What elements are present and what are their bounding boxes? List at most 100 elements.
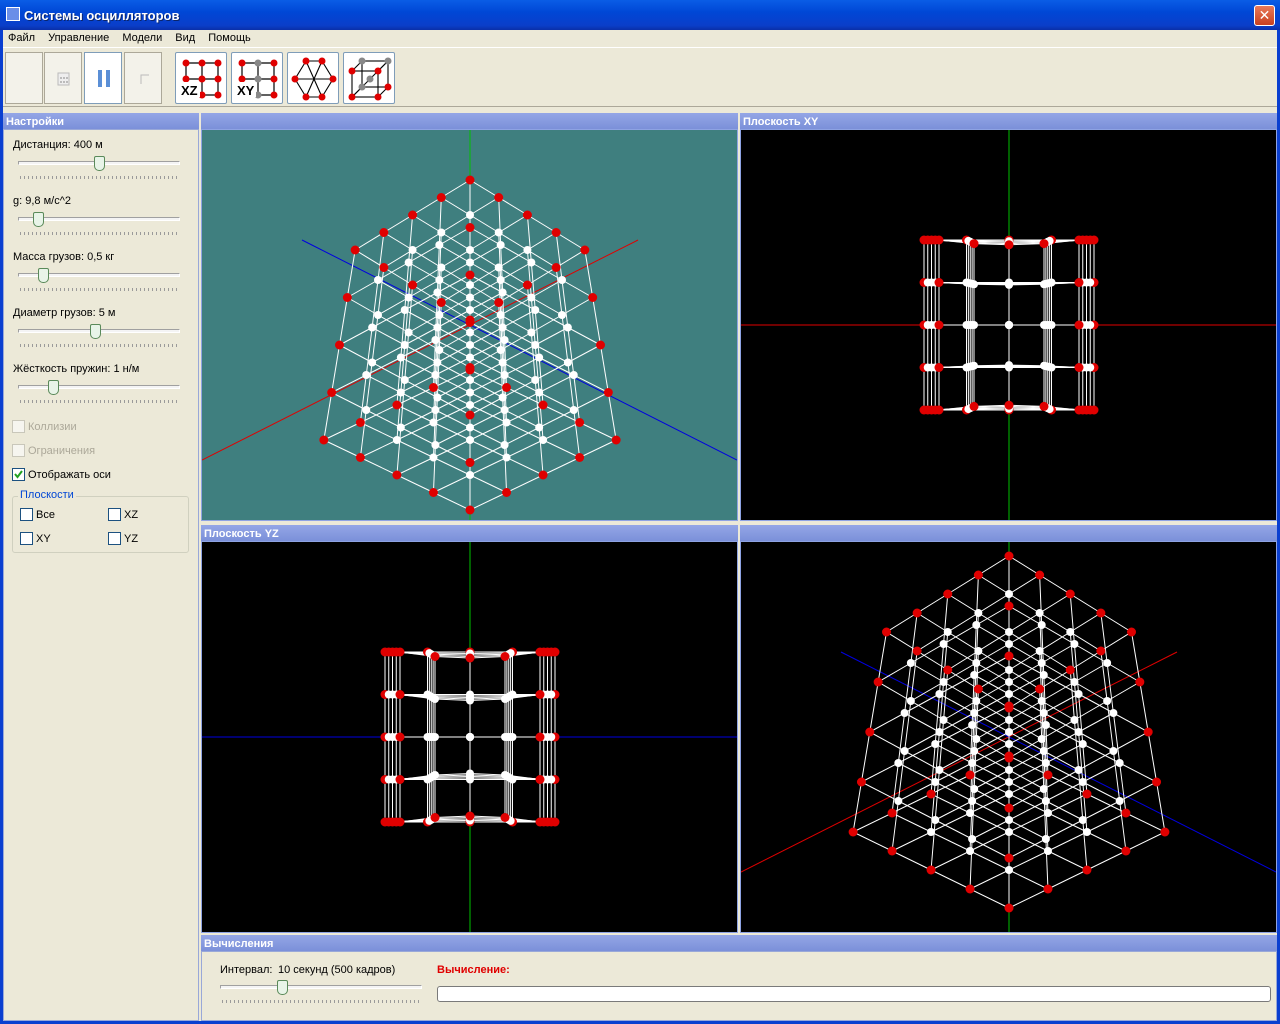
menu-help[interactable]: Помощь — [203, 30, 256, 44]
distance-slider[interactable] — [18, 156, 182, 179]
mass-node — [931, 740, 940, 748]
mass-slider[interactable] — [18, 268, 182, 291]
spring-line — [898, 762, 936, 783]
mass-node-fixed — [538, 400, 548, 410]
mass-node — [404, 328, 413, 337]
stop-button[interactable] — [124, 52, 162, 104]
mass-node — [1078, 816, 1087, 824]
mass-node-fixed — [965, 770, 975, 780]
plane-xy-checkbox[interactable] — [20, 532, 33, 545]
mass-node — [435, 276, 444, 284]
mass-node — [1005, 628, 1013, 636]
spring-line — [1086, 850, 1127, 871]
viewport-yz[interactable] — [201, 541, 738, 933]
mass-node — [1005, 816, 1013, 824]
slider-thumb[interactable] — [38, 268, 49, 283]
menu-file[interactable]: Файл — [3, 30, 40, 44]
model-xy-button[interactable]: XY — [231, 52, 283, 104]
mass-node — [368, 358, 377, 367]
slider-thumb[interactable] — [33, 212, 44, 227]
mass-node-fixed — [465, 270, 475, 280]
pause-button[interactable] — [84, 52, 122, 104]
planes-group-title: Плоскости — [18, 489, 76, 501]
mass-node — [496, 311, 505, 319]
mass-node-fixed — [969, 239, 979, 249]
mass-node — [496, 346, 505, 354]
mass-node — [1037, 735, 1046, 743]
calculator-button[interactable] — [44, 52, 82, 104]
slider-thumb[interactable] — [90, 324, 101, 339]
constraints-checkbox[interactable] — [12, 444, 25, 457]
model-cube-button[interactable] — [343, 52, 395, 104]
mass-node-fixed — [848, 827, 858, 837]
mass-node — [498, 358, 507, 367]
mass-node — [1040, 321, 1048, 329]
mass-node — [1037, 697, 1046, 705]
interval-slider[interactable] — [220, 980, 424, 1003]
mass-node — [1074, 690, 1083, 698]
show-axes-checkbox[interactable] — [12, 468, 25, 481]
spring-line — [891, 831, 932, 852]
mass-node-fixed — [395, 647, 405, 657]
mass-node — [966, 847, 975, 855]
spring-line — [852, 831, 893, 852]
mass-node-fixed — [1039, 401, 1049, 411]
plane-yz-checkbox[interactable] — [108, 532, 121, 545]
viewport-xy[interactable] — [740, 129, 1277, 521]
mass-node-fixed — [588, 293, 598, 302]
menu-control[interactable]: Управление — [43, 30, 114, 44]
plane-xz-checkbox[interactable] — [108, 508, 121, 521]
spring-line — [916, 593, 949, 614]
spring-line — [504, 409, 540, 428]
app-icon — [6, 7, 20, 21]
slider-thumb[interactable] — [48, 380, 59, 395]
mass-node — [1109, 709, 1118, 717]
model-xz-button[interactable]: XZ — [175, 52, 227, 104]
mass-node-fixed — [1065, 589, 1075, 599]
viewport-3d-alt[interactable] — [740, 541, 1277, 933]
mass-node — [531, 376, 540, 384]
spring-line — [396, 457, 434, 476]
mass-node — [1109, 747, 1118, 755]
spring-line — [860, 731, 871, 783]
spring-line — [1078, 712, 1114, 733]
mass-node-fixed — [1004, 753, 1014, 763]
mass-node-fixed — [1039, 239, 1049, 249]
spring-line — [934, 800, 973, 821]
plane-all-checkbox[interactable] — [20, 508, 33, 521]
viewport-3d[interactable] — [201, 129, 738, 521]
spring-line — [947, 631, 979, 652]
collisions-checkbox[interactable] — [12, 420, 25, 433]
mass-node — [1005, 321, 1013, 329]
menu-models[interactable]: Модели — [117, 30, 167, 44]
stiffness-slider[interactable] — [18, 380, 182, 403]
mass-node — [1043, 809, 1052, 817]
diameter-slider[interactable] — [18, 324, 182, 347]
mass-node — [531, 341, 540, 349]
mass-node — [466, 246, 474, 254]
mass-node — [1041, 721, 1050, 729]
mass-node-fixed — [856, 777, 866, 787]
spring-line — [347, 297, 379, 316]
gravity-slider[interactable] — [18, 212, 182, 235]
mass-node — [558, 311, 567, 319]
close-button[interactable]: ✕ — [1254, 5, 1275, 26]
play-button[interactable] — [5, 52, 43, 104]
menu-view[interactable]: Вид — [170, 30, 200, 44]
stop-icon — [140, 74, 149, 84]
spring-line — [354, 232, 385, 251]
spring-line — [538, 409, 574, 428]
mass-node — [968, 797, 977, 805]
mass-node — [906, 659, 915, 667]
mass-node-fixed — [611, 435, 621, 445]
mass-node — [501, 733, 509, 741]
mass-node — [968, 721, 977, 729]
spring-line — [396, 474, 434, 493]
slider-thumb[interactable] — [277, 980, 288, 995]
mass-node-fixed — [865, 727, 875, 737]
spring-line — [592, 297, 601, 346]
mass-node — [535, 388, 544, 397]
slider-thumb[interactable] — [94, 156, 105, 171]
model-hexagon-button[interactable] — [287, 52, 339, 104]
mass-node — [558, 276, 567, 284]
